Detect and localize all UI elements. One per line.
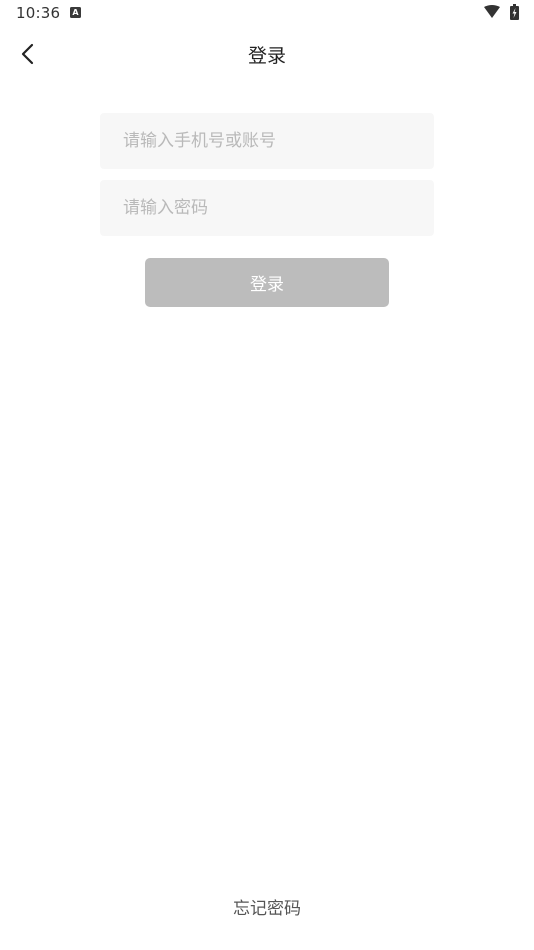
page-title: 登录	[247, 45, 286, 67]
header: 登录	[0, 28, 534, 80]
forgot-password-link[interactable]: 忘记密码	[0, 894, 534, 919]
login-screen: 10:36 A 登录 登录 忘记密码	[0, 0, 534, 950]
account-input[interactable]	[100, 113, 434, 169]
status-bar: 10:36 A	[0, 0, 534, 28]
login-button-label: 登录	[250, 275, 284, 295]
wifi-icon	[484, 5, 500, 18]
login-button[interactable]: 登录	[145, 258, 389, 307]
account-field[interactable]	[100, 113, 434, 169]
password-input[interactable]	[100, 180, 434, 236]
password-field[interactable]	[100, 180, 434, 236]
battery-icon	[510, 4, 519, 20]
notification-icon: A	[70, 7, 81, 18]
status-time: 10:36	[16, 4, 61, 22]
